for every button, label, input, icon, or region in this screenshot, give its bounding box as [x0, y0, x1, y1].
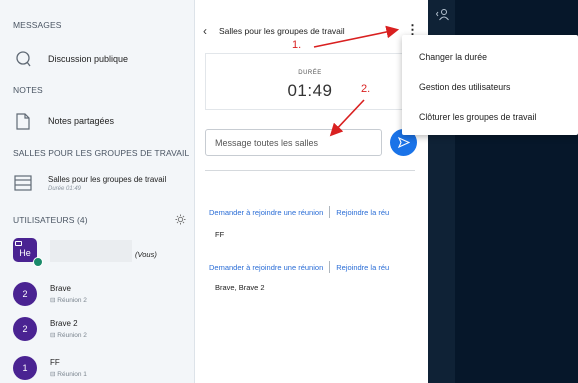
join-audio-room-1-link[interactable]: Rejoindre la réu	[336, 208, 389, 217]
gear-icon[interactable]	[175, 212, 186, 225]
avatar: 2	[13, 282, 37, 306]
avatar-initials: He	[19, 247, 31, 258]
back-chevron-icon[interactable]: ‹	[203, 24, 207, 38]
menu-item-change-duration[interactable]: Changer la durée	[402, 42, 578, 72]
breakout-duration-sub: Durée 01:49	[48, 185, 82, 192]
menu-item-end-breakouts[interactable]: Clôturer les groupes de travail	[402, 102, 578, 132]
sidebar-item-label: Notes partagées	[48, 116, 115, 126]
room-1-users: FF	[215, 230, 225, 239]
send-arrow-icon	[397, 137, 410, 148]
user-room-label: Réunion 1	[57, 371, 87, 378]
user-row[interactable]: 2 Brave 2 ⊟ Réunion 2	[13, 317, 87, 341]
moderator-icon	[15, 241, 22, 246]
annotation-step-2: 2.	[361, 83, 371, 95]
redacted-name	[50, 240, 132, 262]
join-audio-room-2-link[interactable]: Rejoindre la réu	[336, 263, 389, 272]
people-icon[interactable]	[435, 8, 450, 22]
messages-section-title: MESSAGES	[13, 20, 62, 30]
duration-box: DURÉE 01:49	[205, 53, 415, 110]
notes-page-icon	[13, 111, 33, 131]
menu-item-manage-users[interactable]: Gestion des utilisateurs	[402, 72, 578, 102]
user-room-label: Réunion 2	[57, 297, 87, 304]
user-room: ⊟ Réunion 1	[50, 370, 87, 378]
room-2-users: Brave, Brave 2	[215, 283, 265, 292]
separator	[329, 261, 331, 273]
user-name: FF	[50, 358, 60, 367]
sidebar-item-label: Salles pour les groupes de travail	[48, 174, 167, 184]
separator	[329, 206, 331, 218]
sidebar-item-public-chat[interactable]: Discussion publique	[13, 49, 128, 69]
divider	[205, 170, 415, 171]
users-section-title: UTILISATEURS (4)	[13, 215, 88, 225]
request-join-room-2-link[interactable]: Demander à rejoindre une réunion	[209, 263, 323, 272]
sidebar-item-shared-notes[interactable]: Notes partagées	[13, 111, 114, 131]
user-room: ⊟ Réunion 2	[50, 331, 87, 339]
chat-bubble-icon	[13, 49, 33, 69]
room-1-actions: Demander à rejoindre une réunion Rejoind…	[209, 206, 389, 218]
presenter-badge	[33, 257, 43, 267]
user-room-label: Réunion 2	[57, 332, 87, 339]
user-name: Brave	[50, 284, 71, 293]
door-icon: ⊟	[50, 297, 56, 304]
annotation-step-1: 1.	[292, 39, 302, 51]
duration-value: 01:49	[287, 81, 333, 100]
sidebar: MESSAGES Discussion publique NOTES Notes…	[0, 0, 195, 383]
user-room: ⊟ Réunion 2	[50, 296, 87, 304]
duration-label: DURÉE	[298, 70, 322, 76]
breakout-rooms-icon	[13, 173, 33, 193]
user-name: Brave 2	[50, 319, 78, 328]
options-dropdown-menu: Changer la durée Gestion des utilisateur…	[402, 35, 578, 135]
sidebar-item-label: Discussion publique	[48, 54, 129, 64]
sidebar-item-breakout-rooms[interactable]: Salles pour les groupes de travail Durée…	[13, 173, 166, 193]
user-row[interactable]: 1 FF ⊟ Réunion 1	[13, 356, 87, 380]
user-row[interactable]: 2 Brave ⊟ Réunion 2	[13, 282, 87, 306]
room-2-actions: Demander à rejoindre une réunion Rejoind…	[209, 261, 389, 273]
panel-title[interactable]: Salles pour les groupes de travail	[219, 26, 345, 36]
door-icon: ⊟	[50, 332, 56, 339]
you-tag: (Vous)	[135, 250, 157, 259]
notes-section-title: NOTES	[13, 85, 43, 95]
avatar: 1	[13, 356, 37, 380]
breakout-panel: ‹ Salles pour les groupes de travail ⋮ D…	[195, 0, 428, 383]
message-all-rooms-input[interactable]	[205, 129, 382, 156]
door-icon: ⊟	[50, 371, 56, 378]
breakout-section-title: SALLES POUR LES GROUPES DE TRAVAIL	[13, 148, 190, 158]
request-join-room-1-link[interactable]: Demander à rejoindre une réunion	[209, 208, 323, 217]
avatar: 2	[13, 317, 37, 341]
